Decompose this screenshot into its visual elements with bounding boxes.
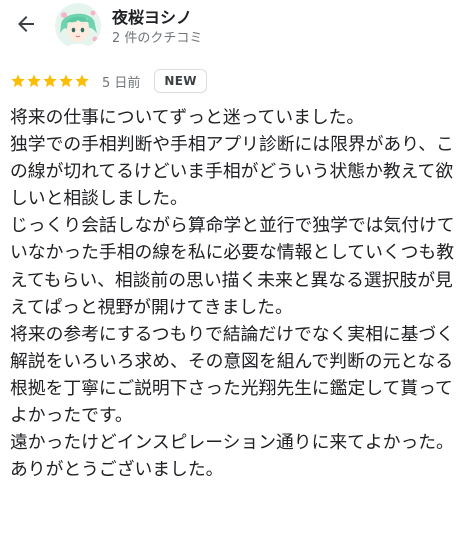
review-header: 夜桜ヨシノ 2 件のクチコミ [0,0,466,52]
new-badge: NEW [154,69,207,93]
star-icon [59,74,73,87]
star-icon [43,74,57,87]
review-date: 5 日前 [102,75,141,91]
star-rating [10,73,90,89]
star-icon [11,74,25,87]
star-icon [27,74,41,87]
reviewer-review-count: 2 件のクチコミ [112,31,203,46]
reviewer-name[interactable]: 夜桜ヨシノ [112,4,192,28]
review-text: 将来の仕事についてずっと迷っていました。 独学での手相判断や手相アプリ診断には限… [10,107,455,481]
back-button[interactable] [8,6,44,42]
rating-row: 5 日前 NEW [10,69,207,93]
star-icon [75,74,89,87]
avatar-image [55,3,101,49]
avatar[interactable] [55,3,101,49]
arrow-back-icon [18,16,34,32]
